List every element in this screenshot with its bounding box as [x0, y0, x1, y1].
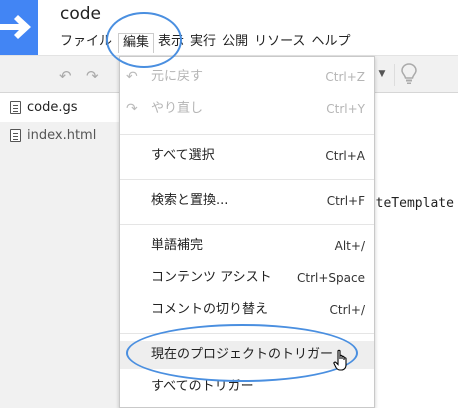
menu-item-word-complete[interactable]: 単語補完 Alt+/: [120, 232, 374, 260]
chevron-down-icon[interactable]: ▼: [374, 64, 390, 84]
file-icon: [10, 129, 21, 142]
menu-item-label: 元に戻す: [151, 69, 204, 84]
menu-item-shortcut: Ctrl+/: [329, 303, 365, 317]
arrow-icon: [0, 15, 31, 39]
menu-item-label: 単語補完: [151, 238, 204, 253]
menu-divider: [120, 224, 374, 225]
menu-item-label: すべて選択: [151, 148, 215, 163]
lightbulb-icon[interactable]: [401, 63, 417, 85]
file-list: code.gs index.html: [0, 94, 120, 408]
project-title[interactable]: code: [60, 4, 101, 24]
redo-icon[interactable]: ↷: [86, 67, 99, 85]
menu-item-shortcut: Alt+/: [334, 239, 365, 253]
menu-item-label: やり直し: [151, 101, 204, 116]
menu-item-select-all[interactable]: すべて選択 Ctrl+A: [120, 142, 374, 170]
file-name: code.gs: [27, 100, 78, 115]
apps-script-logo: [0, 0, 38, 55]
menu-item-shortcut: Ctrl+F: [326, 194, 365, 208]
toolbar-divider: [394, 64, 395, 86]
file-item[interactable]: code.gs: [0, 94, 120, 122]
menu-item-shortcut: Ctrl+Z: [325, 70, 365, 84]
undo-icon[interactable]: ↶: [59, 67, 72, 85]
menu-divider: [120, 134, 374, 135]
menu-item-shortcut: Ctrl+A: [325, 149, 365, 163]
menu-item-find-replace[interactable]: 検索と置換... Ctrl+F: [120, 187, 374, 215]
menu-help[interactable]: ヘルプ: [311, 33, 356, 53]
menu-item-shortcut: Ctrl+Space: [297, 271, 365, 285]
menu-resources[interactable]: リソース: [254, 33, 311, 53]
menu-item-label: コンテンツ アシスト: [151, 270, 272, 285]
menubar: ファイル 編集 表示 実行 公開 リソース ヘルプ: [60, 33, 356, 53]
file-icon: [10, 101, 21, 114]
menu-item-undo[interactable]: ↶ 元に戻す Ctrl+Z: [120, 63, 374, 91]
menu-item-label: コメントの切り替え: [151, 302, 269, 317]
highlight-ring-edit-menu: [106, 12, 182, 68]
file-item[interactable]: index.html: [0, 122, 120, 150]
menu-item-label: 検索と置換...: [151, 193, 229, 208]
menu-divider: [120, 179, 374, 180]
menu-run[interactable]: 実行: [190, 33, 222, 53]
file-name: index.html: [27, 128, 97, 143]
highlight-ring-triggers: [126, 324, 358, 382]
menu-item-shortcut: Ctrl+Y: [326, 102, 365, 116]
menu-publish[interactable]: 公開: [222, 33, 254, 53]
redo-icon: ↷: [126, 101, 138, 117]
hand-cursor-icon: [333, 349, 347, 371]
menu-item-toggle-comment[interactable]: コメントの切り替え Ctrl+/: [120, 296, 374, 324]
menu-item-redo[interactable]: ↷ やり直し Ctrl+Y: [120, 95, 374, 123]
menu-item-content-assist[interactable]: コンテンツ アシスト Ctrl+Space: [120, 264, 374, 292]
